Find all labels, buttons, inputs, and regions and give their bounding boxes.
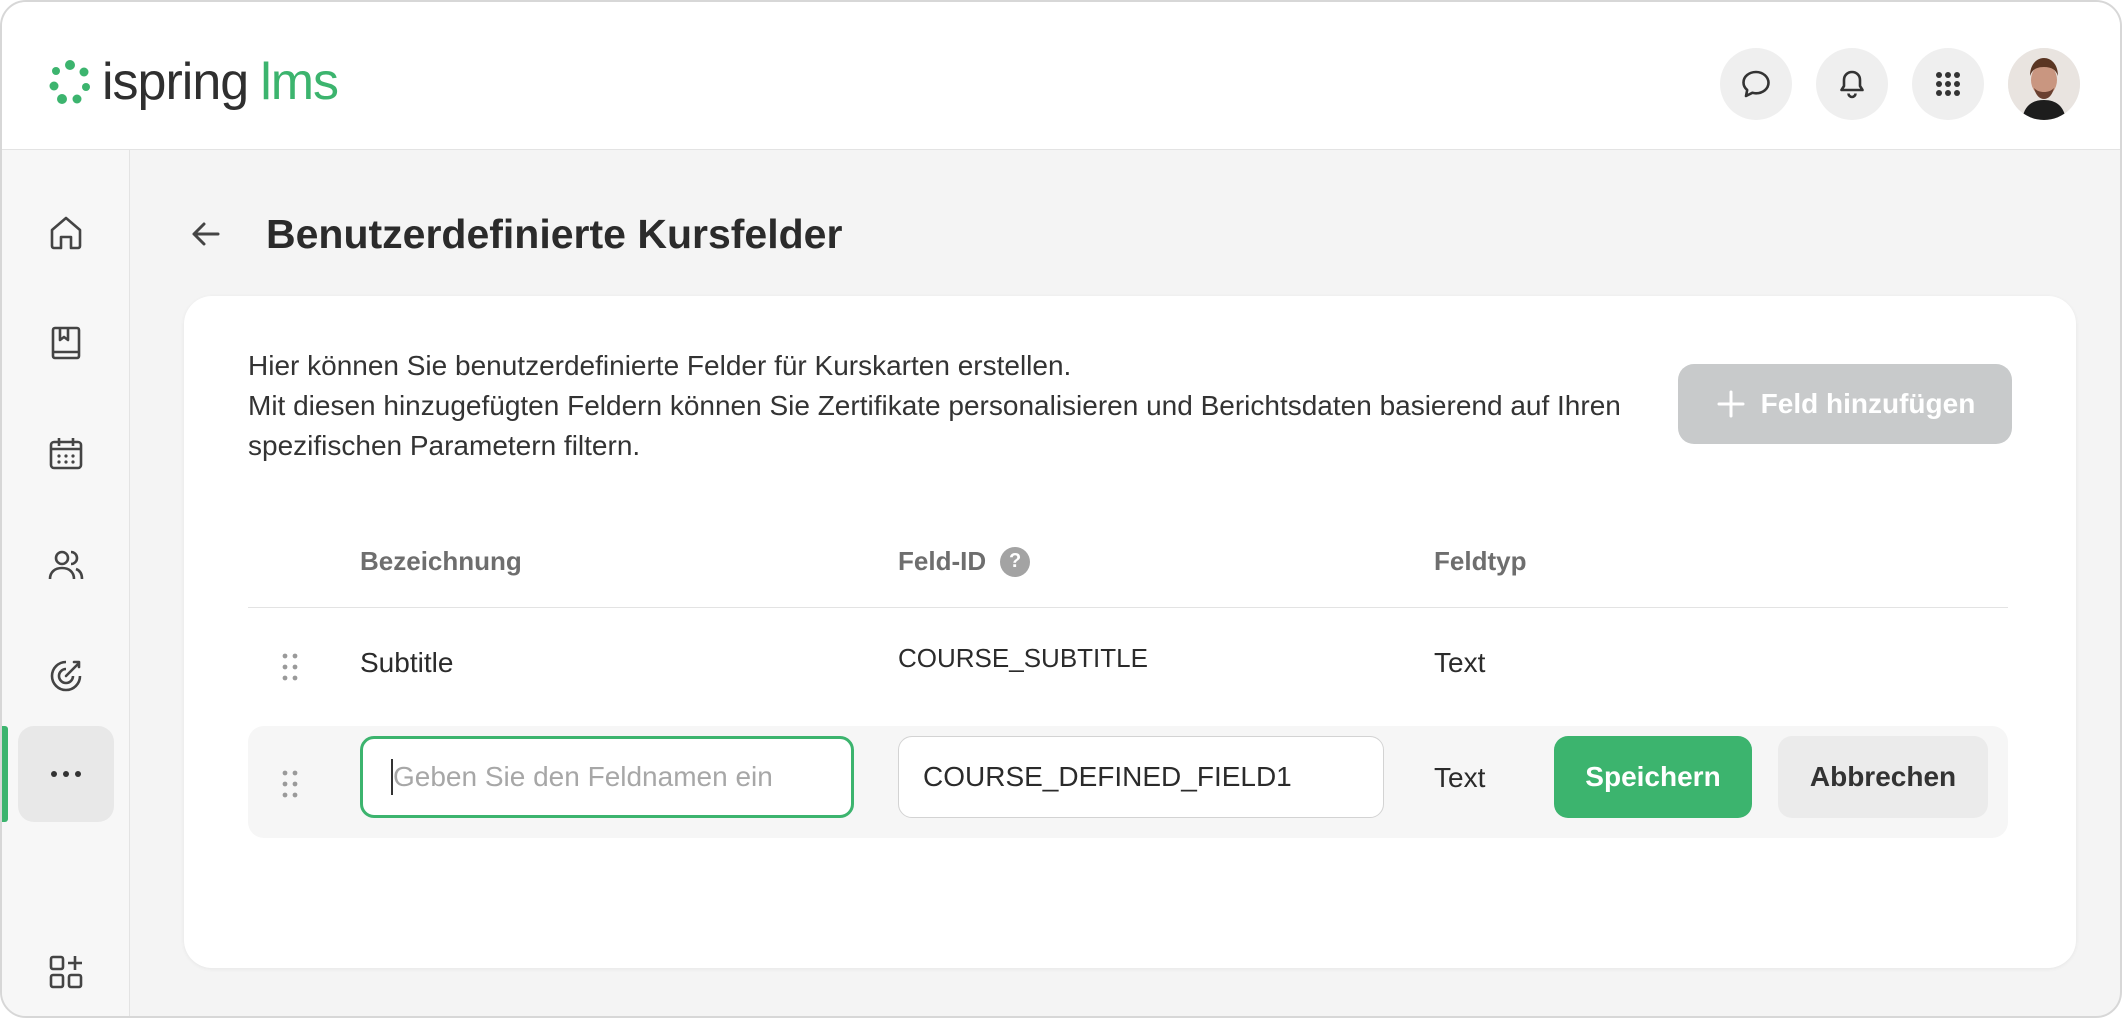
- column-header-field-type: Feldtyp: [1434, 546, 1527, 576]
- cancel-button[interactable]: Abbrechen: [1778, 736, 1988, 818]
- bell-icon: [1840, 70, 1864, 99]
- sidebar-item-calendar[interactable]: [18, 406, 114, 502]
- logo[interactable]: ispring lms: [46, 53, 339, 111]
- column-header-field-id: Feld-ID ?: [898, 546, 1031, 577]
- notifications-button[interactable]: [1816, 48, 1888, 120]
- column-header-field-id-text: Feld-ID: [898, 546, 987, 576]
- page-title: Benutzerdefinierte Kursfelder: [266, 211, 843, 257]
- logo-text: ispring lms: [102, 53, 339, 111]
- calendar-icon: [49, 438, 83, 470]
- sidebar-item-users[interactable]: [18, 517, 114, 613]
- sidebar-item-courses[interactable]: [18, 295, 114, 391]
- drag-handle-icon[interactable]: [278, 768, 302, 800]
- arrow-left-icon: [192, 222, 220, 246]
- logo-brand: ispring: [102, 53, 249, 111]
- sidebar: [2, 150, 130, 1016]
- plus-icon: [1717, 390, 1745, 418]
- user-avatar[interactable]: [2008, 48, 2080, 120]
- sidebar-item-more[interactable]: [18, 726, 114, 822]
- more-icon: [51, 771, 81, 777]
- top-actions: [1720, 48, 2080, 120]
- add-field-button[interactable]: Feld hinzufügen: [1678, 364, 2012, 444]
- field-name-input[interactable]: Geben Sie den Feldnamen ein: [360, 736, 854, 818]
- intro-text: Hier können Sie benutzerdefinierte Felde…: [248, 346, 1648, 466]
- avatar-photo: [2008, 48, 2080, 120]
- sidebar-item-add-widget[interactable]: [18, 924, 114, 1016]
- save-button[interactable]: Speichern: [1554, 736, 1752, 818]
- edit-row-field-type: Text: [1434, 762, 1486, 793]
- sidebar-item-goals[interactable]: [18, 628, 114, 724]
- sidebar-item-home[interactable]: [18, 184, 114, 280]
- app-window: ispring lms Benutzerdefinierte Kursfelde…: [0, 0, 2122, 1018]
- top-bar: ispring lms: [2, 2, 2120, 150]
- intro-line-2: Mit diesen hinzugefügten Feldern können …: [248, 390, 1621, 461]
- target-icon: [50, 660, 82, 692]
- row-field-type: Text: [1434, 647, 1486, 678]
- field-name-placeholder: Geben Sie den Feldnamen ein: [393, 761, 773, 792]
- edit-row: Geben Sie den Feldnamen ein COURSE_DEFIN…: [248, 726, 2008, 838]
- active-indicator: [2, 726, 8, 822]
- ispring-logo-icon: [49, 60, 90, 104]
- row-label: Subtitle: [360, 647, 454, 678]
- home-icon: [50, 216, 82, 250]
- drag-handle-icon[interactable]: [278, 651, 302, 683]
- book-icon: [51, 326, 81, 360]
- custom-fields-card: Hier können Sie benutzerdefinierte Felde…: [184, 296, 2076, 968]
- chat-button[interactable]: [1720, 48, 1792, 120]
- field-id-input[interactable]: COURSE_DEFINED_FIELD1: [898, 736, 1384, 818]
- chat-icon: [1742, 70, 1770, 98]
- apps-button[interactable]: [1912, 48, 1984, 120]
- table-header: Bezeichnung Feld-ID ? Feldtyp: [248, 546, 2008, 608]
- back-button[interactable]: [182, 210, 230, 258]
- row-field-id: COURSE_SUBTITLE: [898, 643, 1148, 673]
- intro-line-1: Hier können Sie benutzerdefinierte Felde…: [248, 350, 1072, 381]
- apps-grid-icon: [1936, 72, 1960, 96]
- add-widget-icon: [49, 955, 83, 989]
- help-icon[interactable]: ?: [1000, 546, 1031, 577]
- column-header-label: Bezeichnung: [360, 546, 522, 576]
- logo-product: lms: [260, 53, 339, 111]
- table-row: Subtitle COURSE_SUBTITLE Text: [248, 609, 2008, 721]
- add-field-label: Feld hinzufügen: [1760, 388, 1976, 419]
- users-icon: [48, 550, 84, 580]
